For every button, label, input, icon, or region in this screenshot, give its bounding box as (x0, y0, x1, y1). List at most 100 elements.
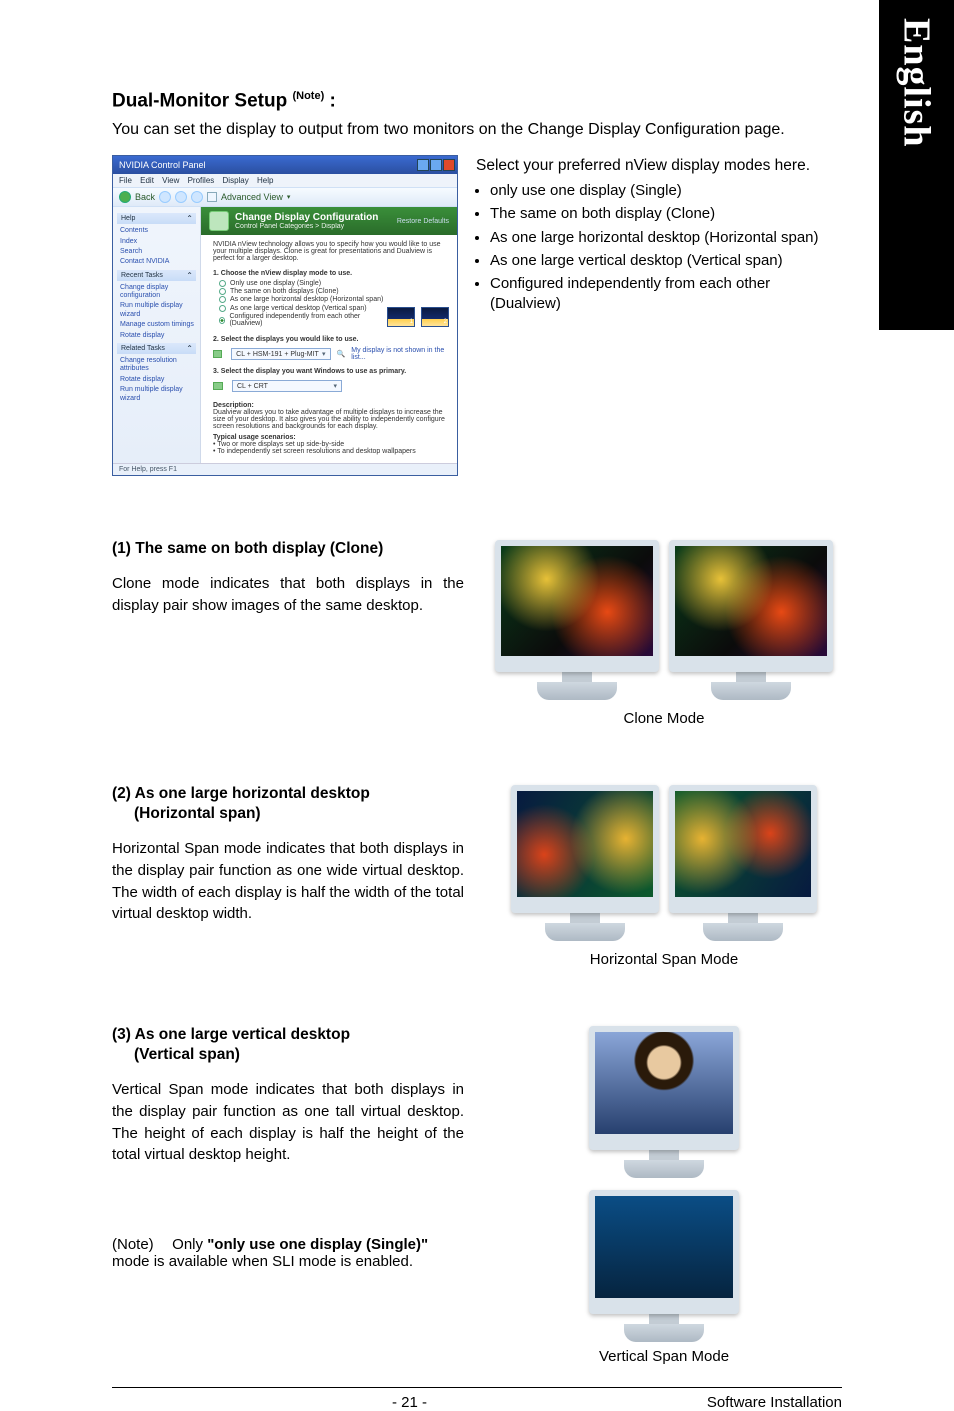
radio-single[interactable]: Only use one display (Single) (213, 280, 449, 287)
monitor-icon (495, 540, 659, 672)
page-content: Dual-Monitor Setup (Note) : You can set … (112, 90, 842, 1411)
section-2-head-2: (Horizontal span) (112, 805, 464, 823)
minimize-icon[interactable] (417, 159, 429, 171)
view-icon[interactable] (207, 192, 217, 202)
content-body: NVIDIA nView technology allows you to sp… (201, 235, 457, 463)
window-buttons (417, 159, 455, 171)
maximize-icon[interactable] (430, 159, 442, 171)
sidebar-item[interactable]: Run multiple display wizard (117, 301, 196, 320)
menu-help[interactable]: Help (257, 176, 273, 185)
note-label: (Note) (112, 1236, 168, 1253)
radio-hspan[interactable]: As one large horizontal desktop (Horizon… (213, 296, 449, 303)
display-icon (209, 211, 229, 231)
sidebar-item[interactable]: Change display configuration (117, 283, 196, 302)
window-title: NVIDIA Control Panel (119, 160, 206, 170)
sidebar-item[interactable]: Rotate display (117, 331, 196, 341)
intro-text: You can set the display to output from t… (112, 120, 842, 141)
sidebar-head-recent[interactable]: Recent Tasks (117, 270, 196, 281)
scenario-2: • To independently set screen resolution… (213, 448, 449, 455)
menu-bar: File Edit View Profiles Display Help (113, 174, 457, 187)
radio-dualview[interactable]: Configured independently from each other… (213, 313, 377, 327)
radio-icon (219, 280, 226, 287)
menu-edit[interactable]: Edit (140, 176, 154, 185)
footer: - 21 - Software Installation (112, 1388, 842, 1411)
mode-item-single: only use one display (Single) (490, 181, 842, 201)
radio-icon (219, 296, 226, 303)
refresh-icon[interactable] (175, 191, 187, 203)
menu-profiles[interactable]: Profiles (188, 176, 215, 185)
clone-image (495, 540, 833, 700)
monitor-icon (589, 1190, 739, 1314)
note-pre: Only (172, 1236, 207, 1253)
radio-icon (219, 305, 226, 312)
sidebar-item[interactable]: Manage custom timings (117, 320, 196, 330)
note-bold: "only use one display (Single)" (207, 1236, 428, 1253)
content-header: Change Display Configuration Control Pan… (201, 207, 457, 235)
section-1-head: (1) The same on both display (Clone) (112, 540, 464, 558)
scenario-1: • Two or more displays set up side-by-si… (213, 441, 449, 448)
content-desc: NVIDIA nView technology allows you to sp… (213, 241, 449, 262)
vspan-caption: Vertical Span Mode (486, 1348, 842, 1365)
section-1-body: Clone mode indicates that both displays … (112, 573, 464, 617)
radio-vspan[interactable]: As one large vertical desktop (Vertical … (213, 305, 377, 312)
sidebar: Help Contents Index Search Contact NVIDI… (113, 207, 201, 463)
sidebar-item[interactable]: Rotate display (117, 375, 196, 385)
advanced-view-label[interactable]: Advanced View (221, 192, 283, 202)
find-icon: 🔍 (337, 350, 346, 358)
back-label[interactable]: Back (135, 192, 155, 202)
modes-title: Select your preferred nView display mode… (476, 157, 842, 175)
section-clone: (1) The same on both display (Clone) Clo… (112, 540, 842, 727)
sidebar-item[interactable]: Run multiple display wizard (117, 385, 196, 404)
content-title: Change Display Configuration (235, 212, 378, 223)
radio-clone[interactable]: The same on both displays (Clone) (213, 288, 449, 295)
section-3-head-2: (Vertical span) (112, 1046, 464, 1064)
desc-head: Description: (213, 402, 449, 409)
modes-column: Select your preferred nView display mode… (476, 155, 842, 496)
section-2-head-1: (2) As one large horizontal desktop (112, 785, 464, 803)
menu-view[interactable]: View (162, 176, 179, 185)
modes-list: only use one display (Single) The same o… (490, 181, 842, 315)
screenshot-column: NVIDIA Control Panel File Edit View Prof… (112, 155, 458, 496)
step-2-head: 2. Select the displays you would like to… (213, 336, 449, 343)
sidebar-item[interactable]: Contents (117, 226, 196, 236)
sidebar-item[interactable]: Index (117, 237, 196, 247)
section-hspan: (2) As one large horizontal desktop (Hor… (112, 785, 842, 968)
footer-section: Software Installation (707, 1394, 842, 1411)
restore-defaults-link[interactable]: Restore Defaults (397, 218, 449, 225)
toolbar: Back Advanced View ▾ (113, 187, 457, 207)
home-icon[interactable] (191, 191, 203, 203)
sidebar-head-help[interactable]: Help (117, 213, 196, 224)
note-row: (Note) Only "only use one display (Singl… (112, 1236, 464, 1270)
monitor-1-icon: 1 (387, 307, 415, 327)
not-shown-link[interactable]: My display is not shown in the list... (351, 347, 449, 361)
section-3-head-1: (3) As one large vertical desktop (112, 1026, 464, 1044)
note-post: mode is available when SLI mode is enabl… (112, 1253, 413, 1270)
forward-icon[interactable] (159, 191, 171, 203)
section-vspan: (3) As one large vertical desktop (Verti… (112, 1026, 842, 1365)
content-crumbs: Control Panel Categories > Display (235, 223, 378, 230)
mode-item-hspan: As one large horizontal desktop (Horizon… (490, 228, 842, 248)
chevron-down-icon[interactable]: ▾ (287, 193, 291, 201)
content-pane: Change Display Configuration Control Pan… (201, 207, 457, 463)
display-select[interactable]: CL + HSM-191 + Plug-MIT ▾ (231, 348, 330, 360)
step-1-head: 1. Choose the nView display mode to use. (213, 270, 449, 277)
section-3-body: Vertical Span mode indicates that both d… (112, 1079, 464, 1166)
window-titlebar: NVIDIA Control Panel (113, 156, 457, 174)
sidebar-item[interactable]: Contact NVIDIA (117, 257, 196, 267)
menu-display[interactable]: Display (223, 176, 249, 185)
close-icon[interactable] (443, 159, 455, 171)
back-icon[interactable] (119, 191, 131, 203)
hspan-image (511, 785, 817, 941)
sidebar-head-related[interactable]: Related Tasks (117, 343, 196, 354)
sidebar-item[interactable]: Search (117, 247, 196, 257)
sidebar-item[interactable]: Change resolution attributes (117, 356, 196, 375)
menu-file[interactable]: File (119, 176, 132, 185)
monitor-2-icon: 2 (421, 307, 449, 327)
hspan-caption: Horizontal Span Mode (486, 951, 842, 968)
page-title: Dual-Monitor Setup (Note) : (112, 90, 842, 112)
monitor-preview: 1 2 (377, 304, 449, 330)
primary-select[interactable]: CL + CRT ▾ (232, 380, 342, 392)
monitor-mini-icon (213, 382, 223, 390)
title-main: Dual-Monitor Setup (112, 90, 287, 111)
monitor-icon (511, 785, 659, 913)
